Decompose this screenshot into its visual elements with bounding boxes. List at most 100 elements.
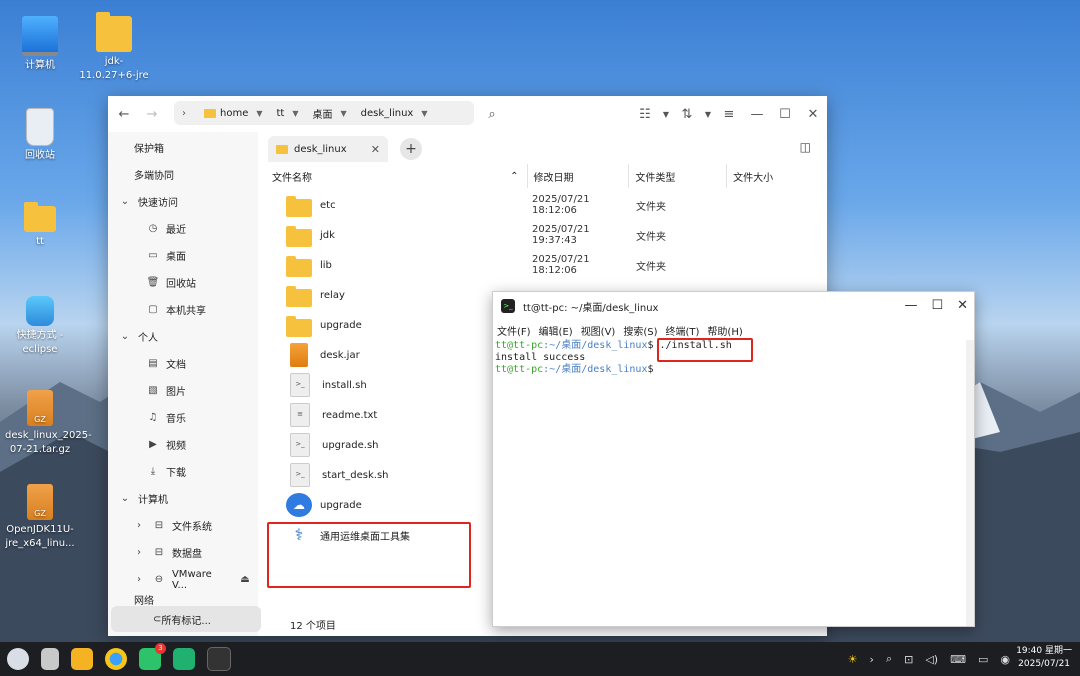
desktop-icon-desk-linux-archive[interactable]: GZ desk_linux_2025-07-21.tar.gz (0, 390, 92, 457)
wps-app-icon[interactable] (173, 648, 195, 670)
prompt-path: :~/桌面/desk_linux (543, 364, 648, 375)
terminal-scrollbar[interactable] (966, 340, 974, 626)
chevron-down-icon: ⌄ (120, 196, 130, 207)
clock[interactable]: 19:40 星期一 2025/07/21 (1016, 645, 1072, 671)
sidebar-item-vmware[interactable]: › ⊖ VMware V... ⏏ (108, 566, 258, 593)
breadcrumb-label: tt (276, 107, 285, 119)
minimize-button[interactable]: — (904, 298, 917, 313)
sidebar-item-desktop[interactable]: ▭ 桌面 (108, 242, 258, 269)
archive-icon: GZ (27, 390, 53, 426)
sidebar-item-videos[interactable]: ▶ 视频 (108, 431, 258, 458)
eject-icon[interactable]: ⏏ (238, 574, 252, 585)
launcher-icon[interactable] (7, 648, 29, 670)
terminal-output[interactable]: tt@tt-pc:~/桌面/desk_linux$ ./install.sh i… (493, 340, 966, 626)
close-button[interactable]: ✕ (957, 298, 968, 313)
browser-icon[interactable] (105, 648, 127, 670)
sidebar-item-documents[interactable]: ▤ 文档 (108, 350, 258, 377)
sidebar-item-recent[interactable]: ◷ 最近 (108, 215, 258, 242)
minimize-button[interactable]: — (743, 100, 771, 128)
sidebar-group-personal[interactable]: ⌄ 个人 (108, 323, 258, 350)
sidebar-item-downloads[interactable]: ⤓ 下载 (108, 458, 258, 485)
sidebar-group-network[interactable]: 网络 (108, 593, 258, 606)
keyboard-icon[interactable]: ⌨ (950, 653, 966, 666)
view-mode-icon[interactable]: ☷ (631, 100, 659, 128)
sidebar-item-label: 桌面 (166, 252, 186, 263)
menu-edit[interactable]: 编辑(E) (539, 323, 573, 338)
sidebar-item-vault[interactable]: 保护箱 (108, 134, 258, 161)
desktop-icon-eclipse-shortcut[interactable]: 快捷方式 - eclipse (0, 296, 80, 357)
maximize-button[interactable]: ☐ (771, 100, 799, 128)
folder-icon (204, 108, 216, 118)
terminal-app-icon[interactable] (207, 647, 231, 671)
desktop-icon-computer[interactable]: 计算机 (0, 16, 80, 73)
multitask-view-icon[interactable] (41, 648, 59, 670)
sidebar-item-all-tags[interactable]: ⊂ 所有标记... (111, 606, 261, 632)
tab-close-icon[interactable]: ✕ (371, 143, 380, 156)
sidebar-item-filesystem[interactable]: › ⊟ 文件系统 (108, 512, 258, 539)
search-button[interactable]: ⌕ (478, 100, 506, 128)
menu-icon[interactable]: ≡ (715, 100, 743, 128)
folder-icon (286, 256, 312, 277)
desktop-icon-trash[interactable]: 回收站 (0, 108, 80, 163)
tab-desk-linux[interactable]: desk_linux ✕ (268, 136, 388, 162)
file-row[interactable]: lib 2025/07/21 18:12:06 文件夹 (266, 250, 817, 280)
desktop-icon-jdk-folder[interactable]: jdk-11.0.27+6-jre (74, 12, 154, 83)
desktop-icon-tt-folder[interactable]: tt (0, 202, 80, 249)
brightness-icon[interactable]: ☀ (848, 653, 858, 666)
column-modified[interactable]: 修改日期 (528, 164, 630, 188)
download-icon: ⤓ (150, 466, 156, 477)
split-view-icon[interactable]: ◫ (800, 140, 811, 154)
sidebar-item-data-disk[interactable]: › ⊟ 数据盘 (108, 539, 258, 566)
menu-terminal[interactable]: 终端(T) (666, 323, 700, 338)
highlight-box-app-icons (267, 522, 471, 588)
sidebar-item-music[interactable]: ♫ 音乐 (108, 404, 258, 431)
sidebar-group-computer[interactable]: ⌄ 计算机 (108, 485, 258, 512)
sidebar-item-multi-device[interactable]: 多端协同 (108, 161, 258, 188)
sidebar-group-quick-access[interactable]: ⌄ 快速访问 (108, 188, 258, 215)
desktop-icon-openjdk-archive[interactable]: GZ OpenJDK11U-jre_x64_linu... (0, 484, 80, 551)
drive-icon: ⊟ (154, 520, 164, 531)
menu-view[interactable]: 视图(V) (581, 323, 616, 338)
sidebar-item-trash[interactable]: 🗑 回收站 (108, 269, 258, 296)
home-folder-icon (24, 202, 56, 232)
column-size[interactable]: 文件大小 (727, 164, 817, 188)
image-icon: ▧ (148, 385, 158, 396)
breadcrumb-desktop[interactable]: 桌面 ▼ (313, 106, 347, 121)
back-button[interactable]: ← (110, 100, 138, 128)
column-name[interactable]: 文件名称 ⌃ (266, 164, 528, 188)
sidebar-group-label: 网络 (134, 595, 154, 606)
network-icon[interactable]: ⊡ (904, 653, 913, 666)
menu-search[interactable]: 搜索(S) (623, 323, 657, 338)
breadcrumb-toggle[interactable]: › (182, 108, 186, 119)
chat-app-icon[interactable]: 3 (139, 643, 166, 670)
column-label: 文件大小 (733, 172, 774, 184)
maximize-button[interactable]: ☐ (931, 298, 943, 313)
display-icon[interactable]: ▭ (978, 653, 988, 666)
notification-icon[interactable]: ◉ (1000, 653, 1010, 666)
sidebar-group-label: 个人 (138, 333, 158, 344)
chevron-down-icon[interactable]: ▼ (659, 100, 673, 128)
menu-help[interactable]: 帮助(H) (707, 323, 742, 338)
sidebar-item-local-share[interactable]: ▢ 本机共享 (108, 296, 258, 323)
sidebar-group-label: 快速访问 (138, 198, 178, 209)
sidebar-item-pictures[interactable]: ▧ 图片 (108, 377, 258, 404)
file-row[interactable]: etc 2025/07/21 18:12:06 文件夹 (266, 190, 817, 220)
breadcrumb-tt[interactable]: tt ▼ (277, 108, 299, 119)
column-type[interactable]: 文件类型 (629, 164, 728, 188)
sidebar-item-label: 文档 (166, 360, 186, 371)
breadcrumb-desk-linux[interactable]: desk_linux ▼ (361, 108, 428, 119)
chevron-down-icon[interactable]: ▼ (701, 100, 715, 128)
forward-button[interactable]: → (138, 100, 166, 128)
volume-icon[interactable]: ◁) (925, 653, 938, 666)
new-tab-button[interactable]: + (400, 138, 422, 160)
file-row[interactable]: jdk 2025/07/21 19:37:43 文件夹 (266, 220, 817, 250)
menu-file[interactable]: 文件(F) (497, 323, 531, 338)
search-icon[interactable]: ⌕ (886, 652, 892, 666)
breadcrumb-home[interactable]: home ▼ (204, 108, 263, 119)
file-manager-app-icon[interactable] (71, 648, 93, 670)
file-manager-toolbar: ← → › home ▼ tt ▼ 桌面 ▼ desk_linux ▼ ⌕ ☷ ▼ ⇅ … (108, 96, 827, 132)
close-button[interactable]: ✕ (799, 100, 827, 128)
chevron-right-icon[interactable]: › (870, 653, 874, 666)
sort-icon[interactable]: ⇅ (673, 100, 701, 128)
sidebar-item-label: 视频 (166, 441, 186, 452)
